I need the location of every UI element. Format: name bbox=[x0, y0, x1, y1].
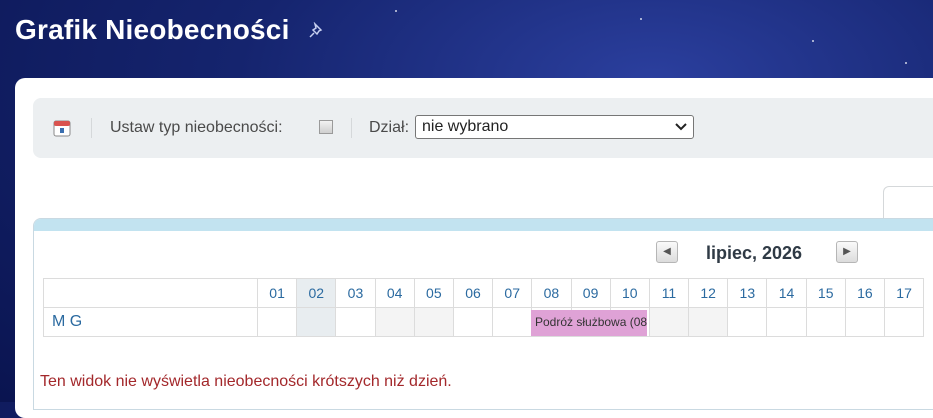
day-cell[interactable] bbox=[256, 307, 298, 337]
background-star bbox=[395, 10, 397, 12]
day-header: 04 bbox=[374, 278, 415, 308]
background-star bbox=[812, 40, 814, 42]
day-cell[interactable] bbox=[766, 307, 807, 337]
table-header-row: 01 02 03 04 05 06 07 08 09 10 11 12 13 1… bbox=[43, 278, 925, 308]
next-month-button[interactable]: ▶ bbox=[836, 241, 858, 263]
day-header: 15 bbox=[805, 278, 846, 308]
day-header: 10 bbox=[609, 278, 650, 308]
chevron-right-icon: ▶ bbox=[843, 246, 851, 257]
day-cell[interactable] bbox=[452, 307, 494, 337]
day-cell[interactable] bbox=[727, 307, 768, 337]
day-cell[interactable] bbox=[374, 307, 415, 337]
day-header: 11 bbox=[648, 278, 690, 308]
day-cell[interactable] bbox=[688, 307, 729, 337]
calendar-icon[interactable] bbox=[53, 119, 71, 137]
day-header: 13 bbox=[727, 278, 768, 308]
department-select[interactable]: nie wybrano bbox=[415, 115, 694, 139]
day-cell[interactable] bbox=[413, 307, 454, 337]
department-select-value: nie wybrano bbox=[422, 118, 509, 135]
toolbar-divider bbox=[351, 118, 352, 138]
day-cell[interactable] bbox=[492, 307, 533, 337]
info-note: Ten widok nie wyświetla nieobecności kró… bbox=[40, 373, 452, 390]
page-title: Grafik Nieobecności bbox=[15, 14, 290, 45]
day-cell[interactable] bbox=[805, 307, 846, 337]
chevron-down-icon bbox=[675, 123, 687, 131]
day-header: 05 bbox=[413, 278, 454, 308]
main-card: Ustaw typ nieobecności: Dział: nie wybra… bbox=[15, 78, 933, 418]
department-label: Dział: bbox=[369, 119, 410, 136]
day-header: 17 bbox=[883, 278, 925, 308]
name-column-header bbox=[43, 278, 258, 308]
schedule-table: 01 02 03 04 05 06 07 08 09 10 11 12 13 1… bbox=[43, 278, 925, 337]
background-star bbox=[640, 18, 642, 20]
day-header: 07 bbox=[492, 278, 533, 308]
absence-bar[interactable]: Podróż służbowa (08 bbox=[531, 310, 647, 336]
employee-name[interactable]: M G bbox=[43, 307, 258, 337]
day-header: 06 bbox=[452, 278, 494, 308]
background-star bbox=[905, 62, 907, 64]
absence-type-label: Ustaw typ nieobecności: bbox=[110, 119, 283, 136]
day-cell[interactable] bbox=[296, 307, 337, 337]
day-header: 14 bbox=[766, 278, 807, 308]
day-header: 08 bbox=[531, 278, 572, 308]
absence-type-checkbox[interactable] bbox=[319, 120, 333, 134]
day-cell[interactable] bbox=[648, 307, 690, 337]
toolbar: Ustaw typ nieobecności: Dział: nie wybra… bbox=[33, 98, 933, 158]
pin-icon[interactable] bbox=[308, 22, 326, 40]
toolbar-divider bbox=[91, 118, 92, 138]
table-row: M G bbox=[43, 307, 925, 337]
chevron-left-icon: ◀ bbox=[663, 246, 671, 257]
prev-month-button[interactable]: ◀ bbox=[656, 241, 678, 263]
day-header: 03 bbox=[335, 278, 376, 308]
day-cell[interactable] bbox=[883, 307, 925, 337]
day-header: 09 bbox=[570, 278, 611, 308]
view-tab[interactable] bbox=[883, 186, 933, 221]
month-label: lipiec, 2026 bbox=[706, 243, 803, 263]
day-cell[interactable] bbox=[844, 307, 886, 337]
day-header: 02 bbox=[296, 278, 337, 308]
day-header: 16 bbox=[844, 278, 886, 308]
day-header: 12 bbox=[688, 278, 729, 308]
day-header: 01 bbox=[256, 278, 298, 308]
panel-header-bar bbox=[34, 219, 933, 231]
day-cell[interactable] bbox=[335, 307, 376, 337]
